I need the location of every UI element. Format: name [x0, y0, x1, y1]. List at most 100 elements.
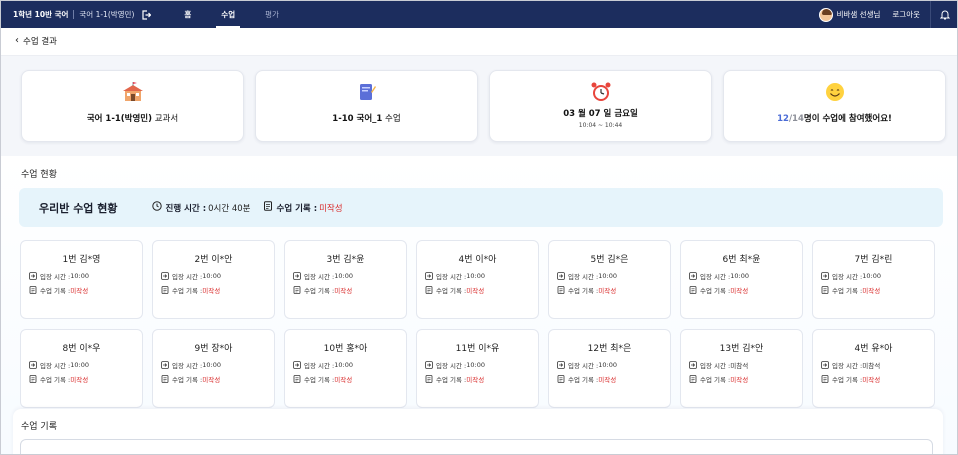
student-card[interactable]: 6번 최*윤 입장 시간 : 10:00 수업 기록 : 미작성 [680, 240, 803, 319]
record-row: 수업 기록 : 미작성 [293, 285, 352, 295]
record-status: 미작성 [202, 376, 221, 384]
record-row: 수업 기록 : 미작성 [557, 285, 616, 295]
entry-icon [425, 361, 433, 369]
record-status: 미작성 [862, 287, 881, 295]
entry-time: 10:00 [730, 272, 749, 280]
entry-time: 10:00 [598, 272, 617, 280]
school-icon [122, 81, 144, 103]
student-name: 10번 홍*아 [323, 344, 368, 354]
student-card[interactable]: 13번 김*안 입장 시간 : 미참석 수업 기록 : 미작성 [680, 329, 803, 408]
lesson-name: 1-10 국어_1 [332, 114, 383, 124]
document-icon [29, 286, 37, 294]
page-title: 수업 결과 [23, 37, 57, 47]
student-card[interactable]: 3번 김*윤 입장 시간 : 10:00 수업 기록 : 미작성 [284, 240, 407, 319]
back-button[interactable]: ‹ 수업 결과 [15, 35, 57, 48]
entry-label: 입장 시간 : [172, 273, 203, 281]
record-value: 미작성 [319, 203, 343, 214]
entry-time-row: 입장 시간 : 10:00 [821, 271, 881, 281]
student-card[interactable]: 4번 이*아 입장 시간 : 10:00 수업 기록 : 미작성 [416, 240, 539, 319]
entry-icon [161, 272, 169, 280]
student-card[interactable]: 11번 이*유 입장 시간 : 10:00 수업 기록 : 미작성 [416, 329, 539, 408]
nav-evaluation[interactable]: 평가 [250, 1, 294, 28]
record-status: 수업 기록 : 미작성 [263, 201, 343, 214]
logout-button[interactable]: 로그아웃 [892, 9, 920, 20]
student-card[interactable]: 4번 유*아 입장 시간 : 미참석 수업 기록 : 미작성 [812, 329, 935, 408]
record-label: 수업 기록 : [436, 287, 467, 295]
lesson-card: 1-10 국어_1 수업 [255, 70, 478, 142]
entry-time-row: 입장 시간 : 10:00 [689, 271, 749, 281]
student-card[interactable]: 12번 최*은 입장 시간 : 10:00 수업 기록 : 미작성 [548, 329, 671, 408]
class-name: 1학년 10반 국어 [13, 10, 69, 19]
document-icon [161, 375, 169, 383]
document-icon [29, 375, 37, 383]
user-name[interactable]: 비바샘 선생님 [837, 9, 881, 20]
textbook-name: 국어 1-1(박영민) [86, 114, 152, 124]
entry-icon [821, 361, 829, 369]
divider [930, 1, 931, 28]
entry-icon [293, 272, 301, 280]
record-row: 수업 기록 : 미작성 [425, 374, 484, 384]
record-label: 수업 기록 : [568, 376, 599, 384]
entry-time: 10:00 [202, 361, 221, 369]
entry-label: 입장 시간 : [172, 362, 203, 370]
lesson-suffix: 수업 [382, 114, 401, 124]
entry-label: 입장 시간 : [436, 273, 467, 281]
entry-time-row: 입장 시간 : 미참석 [689, 360, 748, 370]
record-status: 미작성 [202, 287, 221, 295]
student-card[interactable]: 2번 이*안 입장 시간 : 10:00 수업 기록 : 미작성 [152, 240, 275, 319]
student-card[interactable]: 10번 홍*아 입장 시간 : 10:00 수업 기록 : 미작성 [284, 329, 407, 408]
record-label: 수업 기록 : [568, 287, 599, 295]
notebook-icon [357, 81, 377, 103]
entry-label: 입장 시간 : [568, 273, 599, 281]
entry-label: 입장 시간 : [304, 362, 335, 370]
top-bar: 1학년 10반 국어 국어 1-1(박영민) 홈 수업 평가 비바샘 선생님 로… [1, 1, 957, 28]
main-nav: 홈 수업 평가 [169, 1, 294, 28]
student-card[interactable]: 9번 장*아 입장 시간 : 10:00 수업 기록 : 미작성 [152, 329, 275, 408]
class-log-input[interactable] [20, 439, 933, 454]
subject-name: 국어 1-1(박영민) [79, 10, 135, 19]
record-label: 수업 기록 : [832, 376, 863, 384]
entry-time: 10:00 [466, 272, 485, 280]
elapsed-time: 진행 시간 : 0시간 40분 [151, 201, 251, 214]
student-card[interactable]: 5번 김*은 입장 시간 : 10:00 수업 기록 : 미작성 [548, 240, 671, 319]
document-icon [557, 286, 565, 294]
record-label: 수업 기록 : [700, 287, 731, 295]
student-name: 9번 장*아 [194, 344, 233, 354]
entry-icon [821, 272, 829, 280]
entry-label: 입장 시간 : [832, 273, 863, 281]
avatar[interactable] [818, 7, 833, 22]
entry-icon [557, 361, 565, 369]
lesson-date: 03 월 07 일 금요일 [563, 109, 638, 119]
elapsed-label: 진행 시간 : [165, 203, 207, 214]
alarm-clock-icon [590, 81, 612, 103]
log-section-title: 수업 기록 [21, 422, 57, 432]
entry-time: 10:00 [334, 361, 353, 369]
total-count: 14 [792, 114, 804, 124]
student-name: 12번 최*은 [587, 344, 632, 354]
nav-home[interactable]: 홈 [169, 1, 206, 28]
entry-label: 입장 시간 : [304, 273, 335, 281]
student-name: 6번 최*윤 [722, 255, 761, 265]
textbook-card: 국어 1-1(박영민) 교과서 [21, 70, 244, 142]
student-name: 8번 이*우 [62, 344, 101, 354]
document-icon [557, 375, 565, 383]
exit-icon[interactable] [140, 9, 151, 20]
smile-icon [825, 81, 845, 103]
entry-time: 10:00 [334, 272, 353, 280]
entry-label: 입장 시간 : [568, 362, 599, 370]
student-card[interactable]: 8번 이*우 입장 시간 : 10:00 수업 기록 : 미작성 [20, 329, 143, 408]
record-label: 수업 기록 : [40, 376, 71, 384]
bell-icon[interactable] [939, 9, 951, 21]
entry-time-row: 입장 시간 : 10:00 [557, 360, 617, 370]
student-card[interactable]: 7번 김*린 입장 시간 : 10:00 수업 기록 : 미작성 [812, 240, 935, 319]
nav-class[interactable]: 수업 [206, 1, 250, 28]
document-icon [293, 286, 301, 294]
entry-time-row: 입장 시간 : 10:00 [161, 271, 221, 281]
student-card[interactable]: 1번 김*영 입장 시간 : 10:00 수업 기록 : 미작성 [20, 240, 143, 319]
elapsed-value: 0시간 40분 [208, 203, 251, 214]
entry-time: 미참석 [862, 362, 881, 370]
record-status: 미작성 [334, 376, 353, 384]
record-label: 수업 기록 : [40, 287, 71, 295]
entry-time: 10:00 [598, 361, 617, 369]
class-status-bar: 우리반 수업 현황 진행 시간 : 0시간 40분 수업 기록 : 미작성 [19, 188, 943, 227]
